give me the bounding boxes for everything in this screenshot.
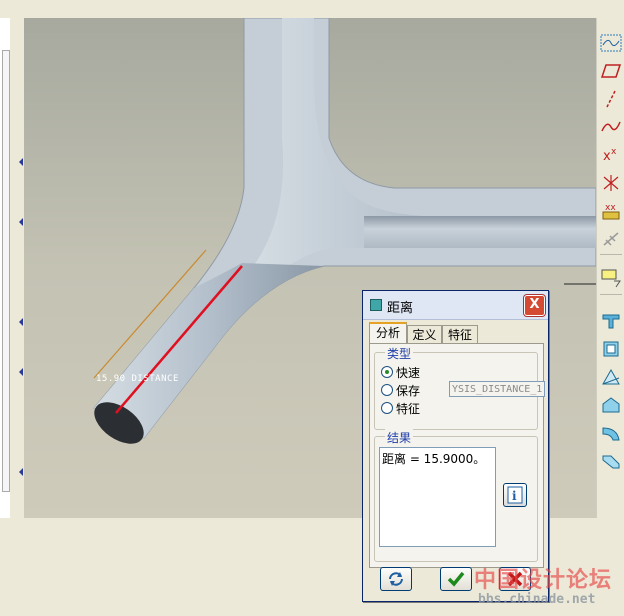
datum-point-icon[interactable]: xx bbox=[599, 144, 623, 166]
datum-curve-icon[interactable] bbox=[599, 116, 623, 138]
site-watermark: 中国设计论坛 bbs.chinade.net bbox=[470, 560, 624, 616]
toolbar-separator bbox=[600, 254, 622, 255]
radio-save-label: 保存 bbox=[396, 384, 421, 398]
radio-save[interactable]: 保存 YSIS_DISTANCE_1 bbox=[381, 381, 545, 399]
tab-panel: 类型 快速 保存 YSIS_DISTANCE_1 特征 结果 距离 = 15.9… bbox=[369, 343, 545, 568]
radio-quick-label: 快速 bbox=[396, 366, 421, 380]
toolbar-separator bbox=[600, 294, 622, 295]
collapse-arrow-icon[interactable] bbox=[19, 218, 23, 226]
datum-axis-icon[interactable] bbox=[599, 88, 623, 110]
shell-icon[interactable] bbox=[599, 394, 623, 416]
annotation-icon[interactable] bbox=[599, 266, 623, 288]
top-strip bbox=[0, 0, 624, 18]
coordinate-system-icon[interactable] bbox=[599, 228, 623, 250]
offset-point-icon[interactable]: xx bbox=[599, 200, 623, 222]
radio-quick[interactable]: 快速 bbox=[381, 365, 420, 381]
tab-definition[interactable]: 定义 bbox=[407, 325, 442, 344]
ok-button[interactable] bbox=[440, 567, 472, 591]
part-horizontal-branch bbox=[364, 216, 596, 248]
info-button[interactable]: i bbox=[503, 483, 527, 507]
radio-unselected-icon[interactable] bbox=[381, 402, 393, 414]
close-button[interactable]: X bbox=[524, 295, 545, 316]
svg-text:xx: xx bbox=[605, 203, 616, 213]
radio-feature-label: 特征 bbox=[396, 402, 421, 416]
sketch-tool-icon[interactable] bbox=[599, 32, 623, 54]
chamfer-icon[interactable] bbox=[599, 450, 623, 472]
tab-feature[interactable]: 特征 bbox=[442, 325, 478, 344]
distance-dialog: 距离 X 分析 定义 特征 类型 快速 保存 YSIS_DISTANCE_1 特… bbox=[362, 290, 549, 602]
distance-annotation: 15.90 DISTANCE bbox=[96, 374, 179, 384]
repeat-icon bbox=[389, 572, 403, 586]
collapse-arrow-icon[interactable] bbox=[19, 468, 23, 476]
save-name-field[interactable]: YSIS_DISTANCE_1 bbox=[449, 381, 545, 397]
type-group: 类型 快速 保存 YSIS_DISTANCE_1 特征 bbox=[374, 345, 545, 430]
svg-text:x: x bbox=[611, 147, 617, 157]
draft-icon[interactable] bbox=[599, 366, 623, 388]
collapse-arrow-icon[interactable] bbox=[19, 318, 23, 326]
round-icon[interactable] bbox=[599, 422, 623, 444]
panel-splitter[interactable] bbox=[10, 18, 24, 518]
svg-text:i: i bbox=[512, 489, 517, 503]
repeat-button[interactable] bbox=[380, 567, 412, 591]
collapse-arrow-icon[interactable] bbox=[19, 158, 23, 166]
radio-unselected-icon[interactable] bbox=[381, 384, 393, 396]
radio-selected-icon[interactable] bbox=[381, 366, 393, 378]
model-tree-list[interactable] bbox=[2, 50, 10, 492]
watermark-title: 中国设计论坛 bbox=[474, 568, 613, 593]
collapse-arrow-icon[interactable] bbox=[19, 368, 23, 376]
dialog-titlebar[interactable]: 距离 X bbox=[363, 291, 548, 320]
result-group: 结果 距离 = 15.9000。 i bbox=[374, 429, 538, 562]
datum-plane-icon[interactable] bbox=[599, 60, 623, 82]
sketched-point-icon[interactable] bbox=[599, 172, 623, 194]
svg-text:x: x bbox=[603, 149, 611, 164]
info-icon: i bbox=[507, 486, 523, 504]
dialog-app-icon bbox=[370, 299, 382, 311]
tab-analysis[interactable]: 分析 bbox=[369, 322, 407, 345]
type-group-title: 类型 bbox=[385, 345, 414, 362]
dialog-title: 距离 bbox=[387, 301, 414, 316]
datum-toolbar: xx xx bbox=[596, 18, 624, 518]
checkmark-icon bbox=[447, 571, 465, 587]
extrude-icon[interactable] bbox=[599, 310, 623, 332]
result-group-title: 结果 bbox=[385, 429, 414, 446]
result-text-area[interactable]: 距离 = 15.9000。 bbox=[379, 447, 496, 547]
radio-feature[interactable]: 特征 bbox=[381, 401, 420, 417]
revolve-icon[interactable] bbox=[599, 338, 623, 360]
watermark-url: bbs.chinade.net bbox=[478, 592, 596, 607]
